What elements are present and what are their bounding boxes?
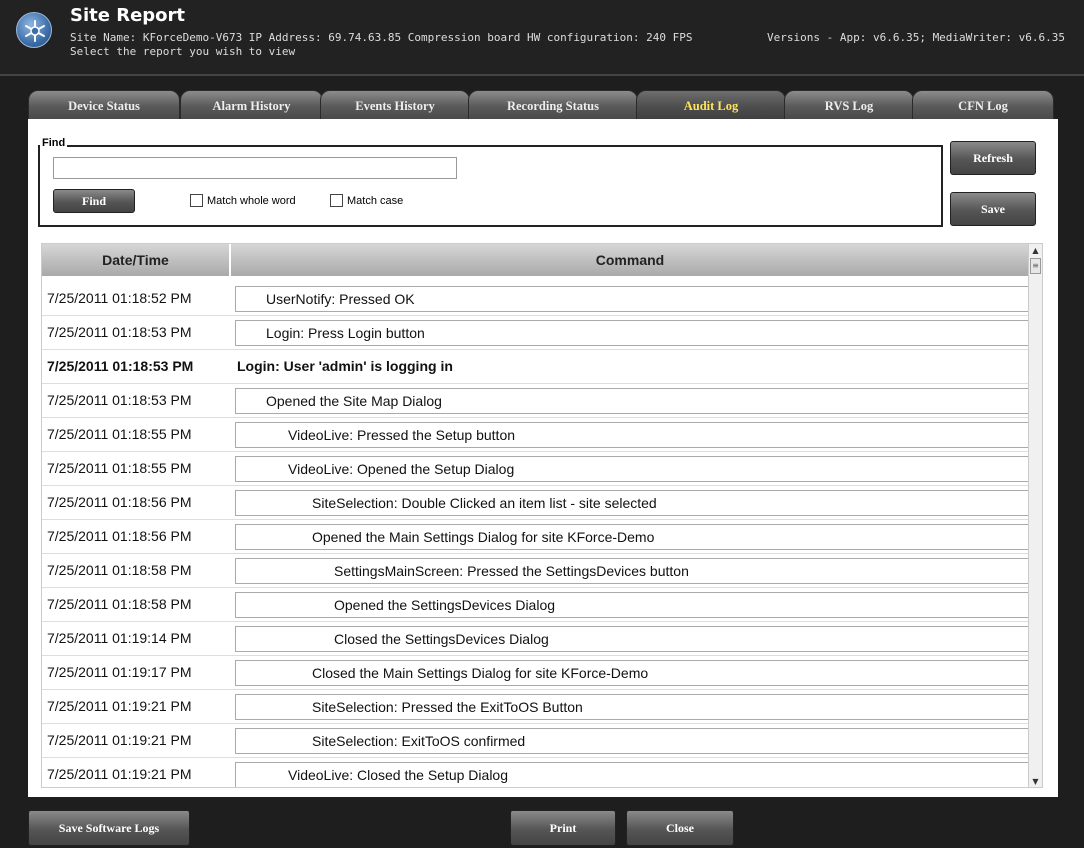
cell-datetime: 7/25/2011 01:18:55 PM — [47, 426, 192, 442]
cell-datetime: 7/25/2011 01:19:17 PM — [47, 664, 192, 680]
find-legend: Find — [40, 137, 68, 149]
audit-log-panel: Find Find Match whole word Match case Re… — [28, 119, 1058, 797]
match-whole-word-label: Match whole word — [207, 194, 296, 207]
cell-command: SiteSelection: Double Clicked an item li… — [235, 490, 1035, 516]
table-row[interactable]: 7/25/2011 01:18:56 PM SiteSelection: Dou… — [42, 486, 1035, 520]
cell-command: Closed the SettingsDevices Dialog — [235, 626, 1035, 652]
table-row[interactable]: 7/25/2011 01:19:17 PM Closed the Main Se… — [42, 656, 1035, 690]
table-row[interactable]: 7/25/2011 01:19:14 PM Closed the Setting… — [42, 622, 1035, 656]
cell-command: VideoLive: Opened the Setup Dialog — [235, 456, 1035, 482]
table-row[interactable]: 7/25/2011 01:18:55 PM VideoLive: Opened … — [42, 452, 1035, 486]
match-case-label: Match case — [347, 194, 404, 207]
site-info: Site Name: KForceDemo-V673 IP Address: 6… — [70, 31, 693, 44]
table-row[interactable]: 7/25/2011 01:18:56 PM Opened the Main Se… — [42, 520, 1035, 554]
table-row[interactable]: 7/25/2011 01:18:58 PM SettingsMainScreen… — [42, 554, 1035, 588]
cell-command: Closed the Main Settings Dialog for site… — [235, 660, 1035, 686]
match-case-checkbox[interactable]: Match case — [330, 194, 403, 207]
search-input[interactable] — [53, 157, 457, 179]
cell-datetime: 7/25/2011 01:18:58 PM — [47, 562, 192, 578]
cell-datetime: 7/25/2011 01:18:58 PM — [47, 596, 192, 612]
tab-cfn-log[interactable]: CFN Log — [912, 90, 1054, 120]
table-row[interactable]: 7/25/2011 01:18:53 PM Login: User 'admin… — [42, 350, 1032, 384]
scroll-down-arrow-icon[interactable]: ▼ — [1029, 775, 1042, 787]
cell-datetime: 7/25/2011 01:19:14 PM — [47, 630, 192, 646]
tab-audit-log[interactable]: Audit Log — [636, 90, 786, 120]
find-button[interactable]: Find — [53, 189, 135, 213]
checkbox-box[interactable] — [190, 194, 203, 207]
cell-command: Opened the Site Map Dialog — [235, 388, 1035, 414]
vertical-scrollbar[interactable]: ▲ ≡ ▼ — [1028, 244, 1042, 787]
cell-command: SiteSelection: Pressed the ExitToOS Butt… — [235, 694, 1035, 720]
scroll-thumb[interactable]: ≡ — [1030, 258, 1041, 274]
close-button[interactable]: Close — [626, 810, 734, 846]
save-software-logs-button[interactable]: Save Software Logs — [28, 810, 190, 846]
table-row[interactable]: 7/25/2011 01:18:55 PM VideoLive: Pressed… — [42, 418, 1035, 452]
column-header-command[interactable]: Command — [231, 244, 1031, 276]
tab-rvs-log[interactable]: RVS Log — [784, 90, 914, 120]
table-row[interactable]: 7/25/2011 01:18:52 PM UserNotify: Presse… — [42, 282, 1035, 316]
cell-datetime: 7/25/2011 01:19:21 PM — [47, 766, 192, 782]
column-header-datetime[interactable]: Date/Time — [42, 244, 231, 276]
table-row[interactable]: 7/25/2011 01:19:21 PM VideoLive: Closed … — [42, 758, 1035, 787]
tab-events-history[interactable]: Events History — [320, 90, 470, 120]
cell-datetime: 7/25/2011 01:18:53 PM — [47, 358, 194, 374]
cell-command: SiteSelection: ExitToOS confirmed — [235, 728, 1035, 754]
table-row[interactable]: 7/25/2011 01:18:58 PM Opened the Setting… — [42, 588, 1035, 622]
cell-datetime: 7/25/2011 01:18:53 PM — [47, 324, 192, 340]
table-row[interactable]: 7/25/2011 01:19:21 PM SiteSelection: Exi… — [42, 724, 1035, 758]
refresh-button[interactable]: Refresh — [950, 141, 1036, 175]
cell-command: Opened the SettingsDevices Dialog — [235, 592, 1035, 618]
cell-command: UserNotify: Pressed OK — [235, 286, 1035, 312]
cell-datetime: 7/25/2011 01:18:52 PM — [47, 290, 192, 306]
header-divider — [0, 74, 1084, 76]
cell-datetime: 7/25/2011 01:18:56 PM — [47, 494, 192, 510]
cell-command: VideoLive: Closed the Setup Dialog — [235, 762, 1035, 787]
match-whole-word-checkbox[interactable]: Match whole word — [190, 194, 296, 207]
tab-recording-status[interactable]: Recording Status — [468, 90, 638, 120]
tab-device-status[interactable]: Device Status — [28, 90, 180, 120]
window-title: Site Report — [70, 5, 186, 26]
cell-datetime: 7/25/2011 01:19:21 PM — [47, 732, 192, 748]
tab-alarm-history[interactable]: Alarm History — [180, 90, 323, 120]
version-info: Versions - App: v6.6.35; MediaWriter: v6… — [767, 31, 1066, 44]
cell-command: Login: User 'admin' is logging in — [237, 358, 453, 374]
scroll-up-arrow-icon[interactable]: ▲ — [1029, 244, 1042, 258]
report-tabs: Device Status Alarm History Events Histo… — [28, 90, 1054, 120]
cell-datetime: 7/25/2011 01:18:56 PM — [47, 528, 192, 544]
table-body: 7/25/2011 01:18:52 PM UserNotify: Presse… — [42, 282, 1035, 787]
table-row[interactable]: 7/25/2011 01:18:53 PM Login: Press Login… — [42, 316, 1035, 350]
cell-command: Login: Press Login button — [235, 320, 1035, 346]
title-bar: Site Report Site Name: KForceDemo-V673 I… — [0, 0, 1084, 76]
table-row[interactable]: 7/25/2011 01:19:21 PM SiteSelection: Pre… — [42, 690, 1035, 724]
table-row[interactable]: 7/25/2011 01:18:53 PM Opened the Site Ma… — [42, 384, 1035, 418]
print-button[interactable]: Print — [510, 810, 616, 846]
cell-command: VideoLive: Pressed the Setup button — [235, 422, 1035, 448]
cell-datetime: 7/25/2011 01:18:53 PM — [47, 392, 192, 408]
report-instructions: Select the report you wish to view — [70, 45, 296, 58]
cell-datetime: 7/25/2011 01:18:55 PM — [47, 460, 192, 476]
checkbox-box[interactable] — [330, 194, 343, 207]
cell-command: SettingsMainScreen: Pressed the Settings… — [235, 558, 1035, 584]
save-button[interactable]: Save — [950, 192, 1036, 226]
audit-log-table: Date/Time Command 7/25/2011 01:18:52 PM … — [41, 243, 1043, 788]
cell-command: Opened the Main Settings Dialog for site… — [235, 524, 1035, 550]
app-logo-icon — [16, 12, 52, 48]
cell-datetime: 7/25/2011 01:19:21 PM — [47, 698, 192, 714]
